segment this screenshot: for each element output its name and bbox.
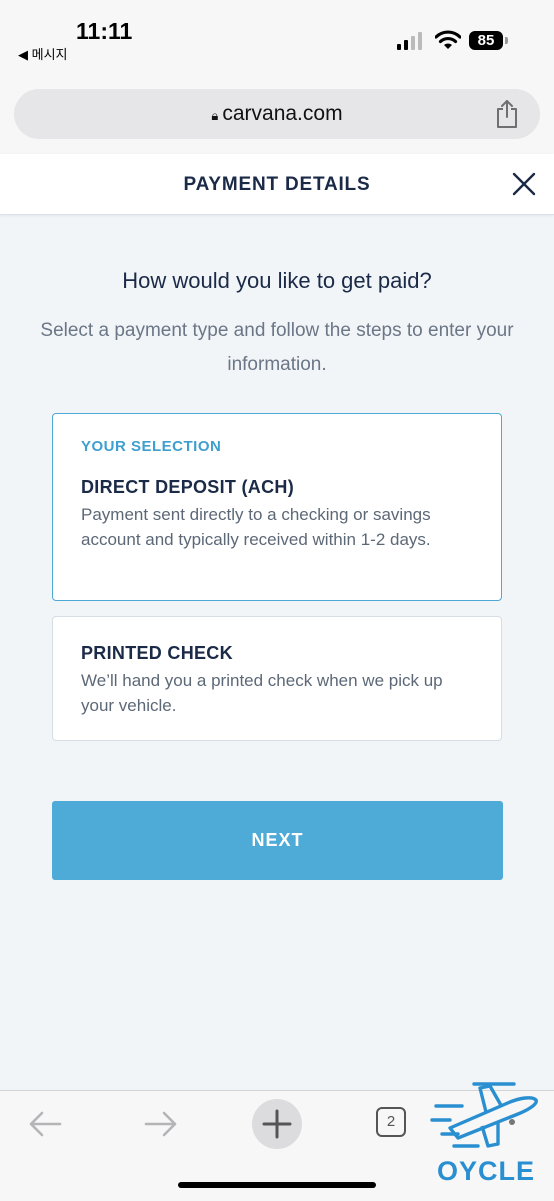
plus-icon	[262, 1109, 292, 1139]
battery-icon: 85	[469, 31, 503, 50]
lock-icon: 🔒︎	[211, 108, 219, 123]
home-indicator	[178, 1182, 376, 1188]
option-description: Payment sent directly to a checking or s…	[81, 505, 431, 549]
battery-tip	[505, 37, 508, 44]
page-header: PAYMENT DETAILS	[0, 154, 554, 215]
next-button[interactable]: NEXT	[52, 801, 503, 880]
airplane-logo-icon	[430, 1082, 538, 1148]
status-time: 11:11	[76, 18, 133, 44]
address-bar[interactable]: 🔒︎ carvana.com	[14, 89, 540, 139]
option-direct-deposit[interactable]: YOUR SELECTION DIRECT DEPOSIT (ACH) Paym…	[52, 413, 502, 601]
payment-question: How would you like to get paid?	[122, 268, 432, 293]
option-printed-check[interactable]: PRINTED CHECK We’ll hand you a printed c…	[52, 616, 502, 741]
new-tab-button[interactable]	[252, 1099, 302, 1149]
share-icon[interactable]	[494, 99, 520, 129]
browser-address-area: 🔒︎ carvana.com	[0, 84, 554, 154]
close-icon[interactable]	[510, 170, 538, 198]
back-to-app-link[interactable]: ◀ 메시지	[18, 44, 68, 63]
watermark-text: OYCLE	[437, 1156, 536, 1186]
url-display[interactable]: 🔒︎ carvana.com	[14, 102, 540, 126]
page-title: PAYMENT DETAILS	[183, 174, 371, 195]
cellular-signal-icon	[397, 32, 422, 50]
status-bar: 11:11 ◀ 메시지 85	[0, 0, 554, 84]
tabs-button[interactable]: 2	[376, 1107, 406, 1137]
payment-instructions: Select a payment type and follow the ste…	[40, 320, 514, 375]
option-description: We’ll hand you a printed check when we p…	[81, 671, 443, 715]
selection-badge: YOUR SELECTION	[81, 438, 222, 455]
wifi-icon	[435, 30, 461, 49]
back-arrow-icon[interactable]	[28, 1109, 62, 1139]
option-title: DIRECT DEPOSIT (ACH)	[81, 477, 294, 497]
option-title: PRINTED CHECK	[81, 643, 233, 663]
forward-arrow-icon[interactable]	[144, 1109, 178, 1139]
url-text: carvana.com	[222, 102, 343, 125]
